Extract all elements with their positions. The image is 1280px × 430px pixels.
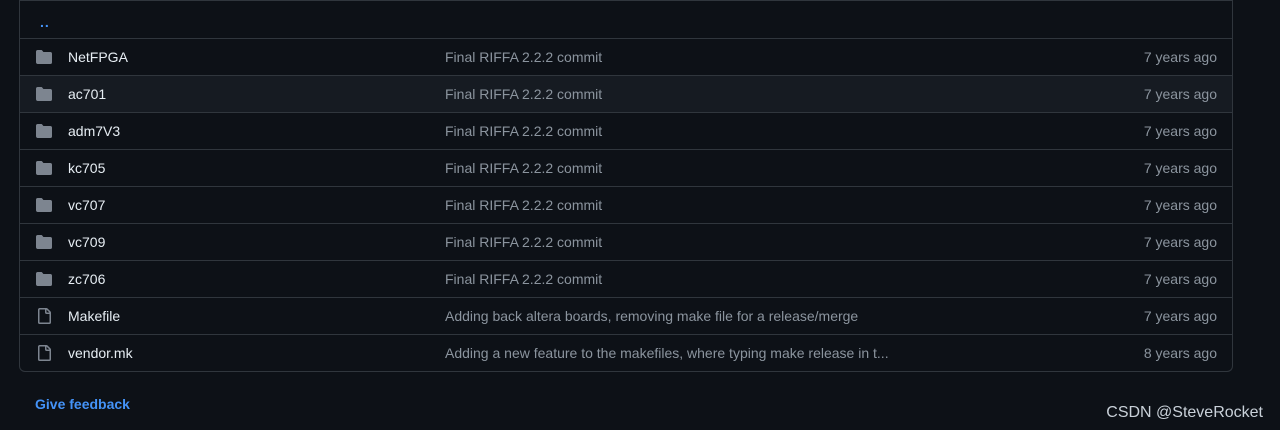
file-row[interactable]: vc707 Final RIFFA 2.2.2 commit 7 years ago — [20, 186, 1232, 223]
folder-icon — [36, 123, 52, 139]
commit-age: 7 years ago — [1143, 308, 1217, 324]
file-name-link[interactable]: vc707 — [68, 197, 105, 213]
file-name-link[interactable]: NetFPGA — [68, 49, 128, 65]
file-name-link[interactable]: adm7V3 — [68, 123, 120, 139]
parent-directory-row[interactable]: .. — [20, 0, 1232, 38]
file-table: .. NetFPGA Final RIFFA 2.2.2 commit 7 year… — [19, 0, 1233, 372]
commit-age: 7 years ago — [1143, 234, 1217, 250]
folder-icon — [36, 271, 52, 287]
commit-age: 7 years ago — [1143, 160, 1217, 176]
file-row[interactable]: vendor.mk Adding a new feature to the mak… — [20, 334, 1232, 371]
commit-age: 7 years ago — [1143, 123, 1217, 139]
commit-age: 7 years ago — [1143, 86, 1217, 102]
commit-message-link[interactable]: Final RIFFA 2.2.2 commit — [445, 271, 602, 287]
commit-age: 7 years ago — [1143, 49, 1217, 65]
commit-message-link[interactable]: Final RIFFA 2.2.2 commit — [445, 123, 602, 139]
folder-icon — [36, 234, 52, 250]
folder-icon — [36, 197, 52, 213]
file-icon — [36, 308, 52, 324]
commit-message-link[interactable]: Final RIFFA 2.2.2 commit — [445, 86, 602, 102]
file-row[interactable]: kc705 Final RIFFA 2.2.2 commit 7 years ago — [20, 149, 1232, 186]
folder-icon — [36, 160, 52, 176]
file-name-link[interactable]: vendor.mk — [68, 345, 133, 361]
file-row[interactable]: ac701 Final RIFFA 2.2.2 commit 7 years ago — [20, 75, 1232, 112]
file-name-link[interactable]: kc705 — [68, 160, 105, 176]
file-name-link[interactable]: vc709 — [68, 234, 105, 250]
watermark: CSDN @SteveRocket — [1106, 404, 1263, 421]
parent-directory-link[interactable]: .. — [40, 14, 50, 30]
file-name-link[interactable]: zc706 — [68, 271, 105, 287]
file-name-link[interactable]: Makefile — [68, 308, 120, 324]
file-row[interactable]: NetFPGA Final RIFFA 2.2.2 commit 7 years a… — [20, 38, 1232, 75]
commit-age: 7 years ago — [1143, 271, 1217, 287]
file-row[interactable]: zc706 Final RIFFA 2.2.2 commit 7 years ago — [20, 260, 1232, 297]
folder-icon — [36, 86, 52, 102]
file-row[interactable]: adm7V3 Final RIFFA 2.2.2 commit 7 years ag… — [20, 112, 1232, 149]
commit-message-link[interactable]: Final RIFFA 2.2.2 commit — [445, 49, 602, 65]
give-feedback-link[interactable]: Give feedback — [35, 396, 130, 412]
commit-age: 8 years ago — [1143, 345, 1217, 361]
commit-message-link[interactable]: Adding a new feature to the makefiles, w… — [445, 345, 889, 361]
file-row[interactable]: Makefile Adding back altera boards, remov… — [20, 297, 1232, 334]
commit-age: 7 years ago — [1143, 197, 1217, 213]
commit-message-link[interactable]: Final RIFFA 2.2.2 commit — [445, 197, 602, 213]
commit-message-link[interactable]: Final RIFFA 2.2.2 commit — [445, 160, 602, 176]
commit-message-link[interactable]: Final RIFFA 2.2.2 commit — [445, 234, 602, 250]
file-icon — [36, 345, 52, 361]
folder-icon — [36, 49, 52, 65]
file-name-link[interactable]: ac701 — [68, 86, 106, 102]
file-row[interactable]: vc709 Final RIFFA 2.2.2 commit 7 years ago — [20, 223, 1232, 260]
commit-message-link[interactable]: Adding back altera boards, removing make… — [445, 308, 858, 324]
